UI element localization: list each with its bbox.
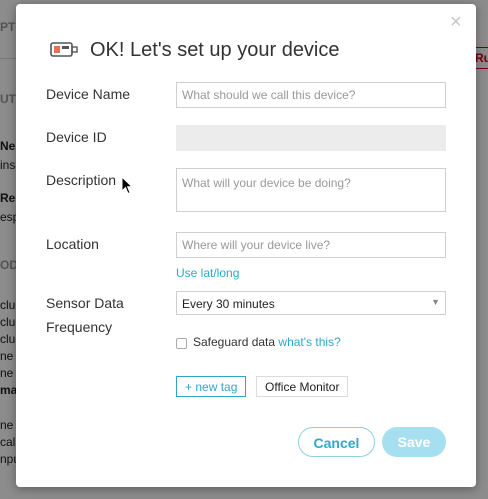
location-label: Location (46, 236, 99, 252)
safeguard-label: Safeguard data (193, 335, 276, 349)
location-input[interactable] (176, 232, 446, 258)
frequency-selected-value: Every 30 minutes (182, 297, 275, 311)
description-textarea[interactable] (176, 168, 446, 212)
device-name-label: Device Name (46, 86, 131, 102)
whats-this-link[interactable]: what's this? (278, 335, 340, 349)
close-icon[interactable]: × (450, 12, 462, 32)
safeguard-label-row: Safeguard data what's this? (193, 335, 341, 349)
frequency-label-line2: Frequency (46, 319, 113, 335)
new-tag-button[interactable]: + new tag (176, 376, 247, 397)
safeguard-checkbox[interactable] (176, 338, 187, 349)
tag-item[interactable]: Office Monitor (256, 376, 349, 397)
description-label: Description (46, 172, 117, 188)
device-name-input[interactable] (176, 82, 446, 108)
save-button[interactable]: Save (382, 427, 446, 457)
device-id-label: Device ID (46, 129, 107, 145)
device-icon (50, 42, 78, 57)
mouse-cursor-icon (121, 176, 133, 195)
frequency-label: Sensor Data (46, 295, 124, 311)
cancel-button[interactable]: Cancel (298, 427, 375, 457)
modal-header: OK! Let's set up your device (50, 37, 340, 63)
dropdown-arrow-icon: ▼ (431, 297, 440, 307)
setup-device-modal: × OK! Let's set up your device Device Na… (16, 4, 476, 487)
device-id-field (176, 125, 446, 151)
frequency-select[interactable]: Every 30 minutes ▼ (176, 291, 446, 315)
use-latlong-link[interactable]: Use lat/long (176, 266, 239, 280)
modal-title: OK! Let's set up your device (90, 38, 340, 61)
